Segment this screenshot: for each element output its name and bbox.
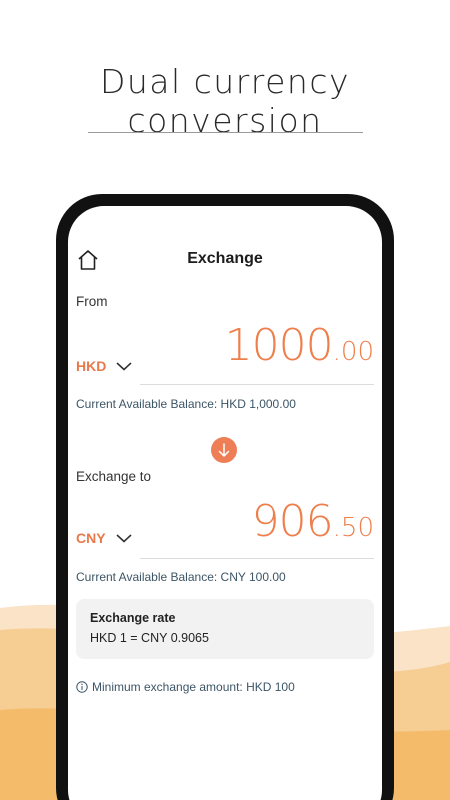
phone-screen: Exchange From HKD 1000.00 Current Availa… — [68, 206, 382, 800]
to-balance: Current Available Balance: CNY 100.00 — [76, 570, 286, 584]
phone-frame: Exchange From HKD 1000.00 Current Availa… — [56, 194, 394, 800]
to-amount-integer: 906 — [251, 496, 334, 547]
page-title: Exchange — [187, 250, 263, 267]
from-amount-underline — [140, 384, 374, 385]
from-currency-code: HKD — [76, 358, 107, 374]
to-currency-select[interactable]: CNY — [76, 530, 132, 546]
from-amount-integer: 1000 — [224, 320, 334, 371]
from-amount-decimal: .00 — [332, 337, 374, 367]
swap-direction-button[interactable] — [211, 437, 237, 463]
promo-headline: Dual currency conversion — [99, 62, 351, 140]
chevron-down-icon — [116, 534, 132, 543]
minimum-amount-text: Minimum exchange amount: HKD 100 — [92, 680, 295, 694]
to-label: Exchange to — [76, 469, 152, 484]
from-currency-select[interactable]: HKD — [76, 358, 132, 374]
info-icon — [76, 681, 88, 693]
from-balance: Current Available Balance: HKD 1,000.00 — [76, 397, 296, 411]
minimum-amount-note: Minimum exchange amount: HKD 100 — [76, 680, 295, 694]
to-amount-underline — [140, 558, 374, 559]
to-currency-code: CNY — [76, 530, 106, 546]
from-label: From — [76, 294, 108, 309]
exchange-rate-value: HKD 1 = CNY 0.9065 — [90, 631, 209, 645]
to-amount-field[interactable]: 906.50 — [252, 496, 374, 547]
arrow-down-icon — [218, 443, 230, 457]
exchange-rate-title: Exchange rate — [90, 611, 176, 625]
from-amount-input[interactable]: 1000.00 — [225, 320, 374, 371]
headline-divider — [88, 132, 363, 133]
chevron-down-icon — [116, 362, 132, 371]
exchange-rate-card: Exchange rate HKD 1 = CNY 0.9065 — [76, 599, 374, 659]
to-amount-decimal: .50 — [332, 513, 374, 543]
